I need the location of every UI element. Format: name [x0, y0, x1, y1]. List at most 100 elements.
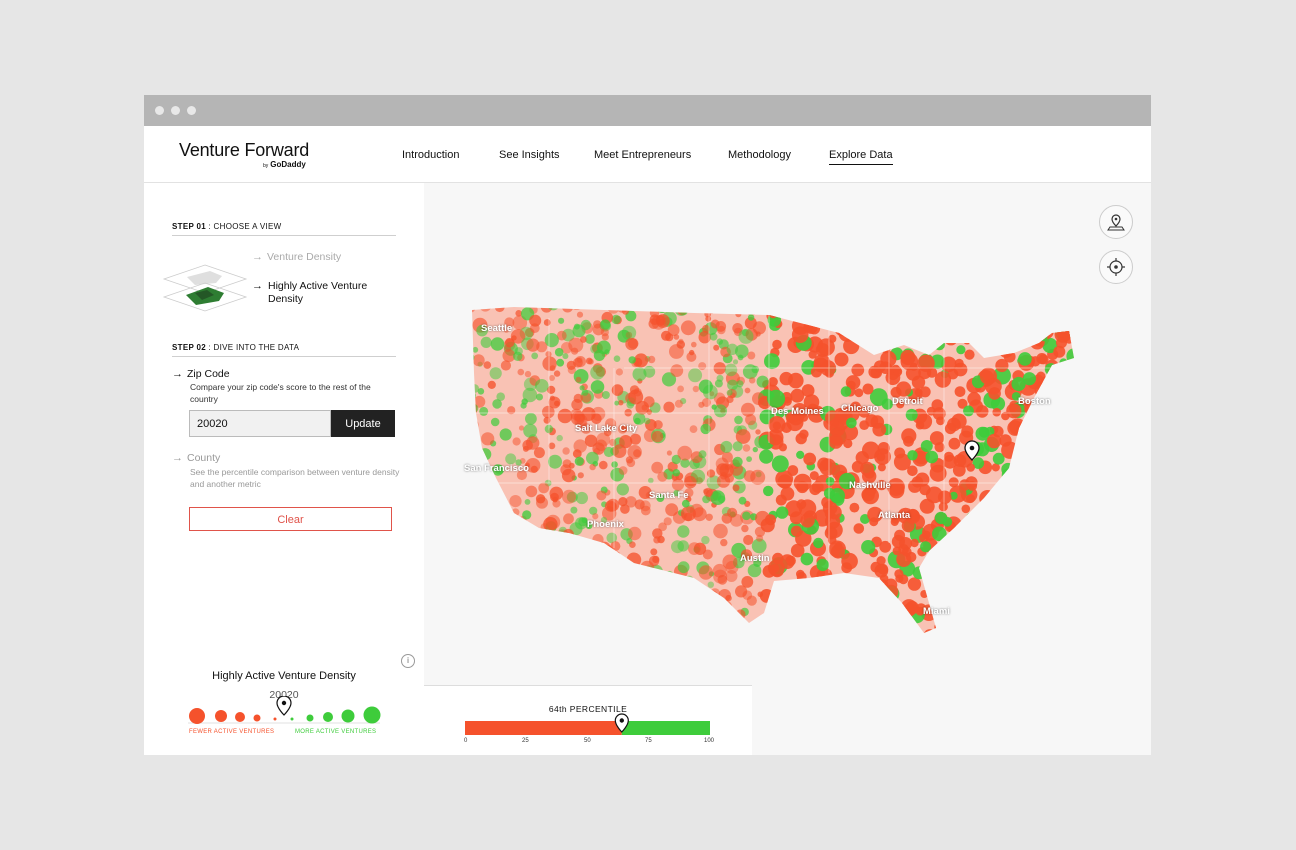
density-dot [1051, 591, 1060, 600]
density-dot [718, 631, 732, 633]
density-dot [677, 617, 684, 624]
density-dot [773, 627, 787, 633]
density-dot [924, 307, 939, 311]
zip-input[interactable] [189, 410, 331, 437]
density-dot [854, 388, 864, 398]
density-dot [958, 528, 969, 539]
density-dot [1068, 391, 1074, 403]
percentile-bar [465, 713, 710, 735]
map-area[interactable]: Seattle Salt Lake City San Francisco San… [424, 183, 1151, 755]
density-dot [1056, 318, 1069, 332]
zip-code-option[interactable]: → Zip Code [172, 368, 230, 380]
density-dot [934, 371, 952, 388]
density-dot [965, 528, 983, 546]
density-dot [482, 594, 494, 606]
legend-more-label: MORE ACTIVE VENTURES [295, 729, 377, 735]
density-dot [1006, 568, 1017, 579]
density-dot [994, 332, 1008, 347]
density-dot [1019, 307, 1037, 322]
density-dot [950, 609, 962, 621]
density-dot [1039, 535, 1055, 551]
density-dot [618, 466, 628, 475]
density-dot [530, 608, 542, 619]
density-dot [572, 543, 588, 559]
density-dot [827, 505, 842, 520]
density-dot [947, 557, 957, 568]
county-option[interactable]: → County [172, 452, 220, 464]
density-dot [509, 628, 522, 633]
density-dot [805, 584, 815, 594]
density-dot [573, 583, 582, 592]
density-dot [759, 449, 774, 464]
density-dot [963, 405, 974, 417]
density-dot [872, 422, 887, 437]
density-dot [746, 595, 757, 606]
density-dot [599, 460, 608, 470]
view-option-highly-active[interactable]: → Highly Active Venture Density [252, 280, 387, 306]
density-dot [672, 469, 680, 477]
density-dot [574, 456, 584, 466]
density-dot [714, 379, 723, 388]
density-dot [1019, 476, 1033, 490]
density-dot [1070, 533, 1074, 546]
density-dot [637, 591, 645, 599]
density-dot [478, 448, 492, 461]
update-button[interactable]: Update [331, 410, 395, 437]
density-dot [1040, 592, 1055, 607]
density-dot [864, 609, 878, 623]
density-dot [628, 356, 636, 364]
density-dot [607, 307, 620, 314]
density-dot [843, 337, 860, 355]
density-dot [1066, 573, 1074, 588]
nav-see-insights[interactable]: See Insights [499, 149, 560, 161]
density-dot [1025, 585, 1043, 602]
density-dot [575, 491, 588, 505]
density-dot [869, 307, 886, 319]
density-dot [597, 559, 604, 567]
density-dot [1025, 603, 1041, 618]
density-dot [895, 626, 904, 633]
density-dot [1005, 312, 1019, 327]
density-dot [612, 603, 621, 613]
density-dot [884, 307, 901, 321]
density-dot [586, 594, 598, 606]
density-dot [836, 591, 846, 600]
density-dot [813, 625, 829, 633]
density-dot [755, 429, 761, 435]
layers-thumbnail [162, 264, 248, 312]
density-dot [974, 314, 991, 331]
density-dot [950, 532, 968, 550]
density-dot [953, 454, 967, 467]
density-dot [931, 587, 946, 602]
density-dot [919, 484, 931, 496]
density-dot [1001, 325, 1012, 336]
density-dot [537, 602, 546, 612]
nav-introduction[interactable]: Introduction [402, 149, 459, 161]
nav-meet-entrepreneurs[interactable]: Meet Entrepreneurs [594, 149, 691, 161]
density-dot [979, 490, 996, 507]
density-dot [466, 451, 471, 456]
density-dot [477, 388, 485, 395]
density-dot [474, 629, 488, 633]
density-dot [820, 625, 834, 633]
density-dot [974, 324, 985, 335]
clear-button[interactable]: Clear [189, 507, 392, 531]
view-option-venture-density[interactable]: → Venture Density [252, 251, 341, 263]
density-dot [567, 630, 583, 633]
logo[interactable]: Venture Forward by GoDaddy [179, 140, 309, 169]
density-dot [1071, 501, 1074, 516]
info-icon[interactable]: i [401, 654, 415, 668]
density-dot [978, 567, 991, 581]
nav-methodology[interactable]: Methodology [728, 149, 791, 161]
nav-explore-data[interactable]: Explore Data [829, 149, 893, 165]
density-dot [853, 523, 865, 534]
density-dot [543, 319, 551, 326]
density-dot [497, 595, 504, 602]
density-dot [1058, 602, 1074, 618]
density-dot [494, 537, 503, 546]
density-dot [640, 627, 654, 633]
density-dot [478, 567, 492, 580]
density-dot [797, 583, 808, 594]
density-dot [815, 343, 830, 358]
density-dot [935, 309, 952, 326]
